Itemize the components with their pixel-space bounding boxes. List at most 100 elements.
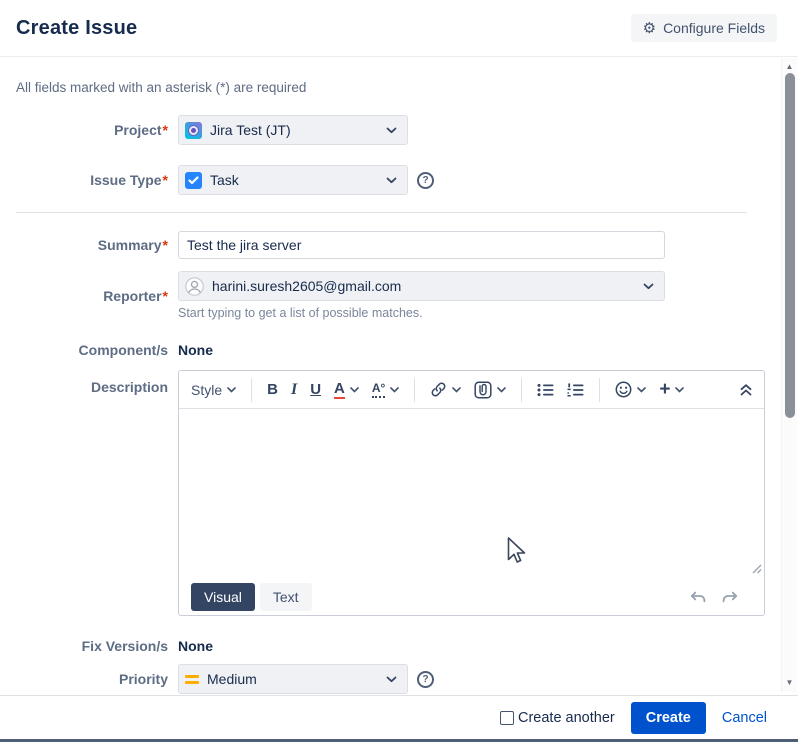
resize-handle-icon[interactable]	[751, 561, 762, 577]
undo-redo-group	[690, 591, 752, 603]
description-textarea[interactable]	[179, 409, 764, 579]
project-label: Project*	[114, 122, 168, 138]
required-fields-note: All fields marked with an asterisk (*) a…	[16, 80, 307, 95]
editor-toolbar: Style B I U A A° +	[179, 371, 764, 409]
chevron-down-icon	[675, 386, 685, 393]
task-type-icon	[185, 171, 202, 189]
reporter-label: Reporter*	[103, 287, 168, 304]
dialog-header: Create Issue ⚙ Configure Fields	[0, 0, 798, 57]
tab-visual[interactable]: Visual	[191, 583, 255, 611]
issue-type-label: Issue Type*	[90, 172, 168, 188]
chevron-down-icon	[637, 386, 647, 393]
scroll-down-arrow-icon[interactable]: ▼	[782, 678, 797, 688]
reporter-row: Reporter* harini.suresh2605@gmail.com St…	[0, 271, 780, 320]
redo-icon[interactable]	[721, 591, 738, 603]
gear-icon: ⚙	[642, 19, 657, 37]
toolbar-separator	[599, 377, 601, 402]
issue-type-row: Issue Type* Task ?	[0, 165, 780, 195]
priority-select[interactable]: Medium	[178, 664, 408, 694]
required-asterisk: *	[162, 172, 168, 188]
link-button[interactable]	[430, 381, 462, 398]
insert-more-button[interactable]: +	[659, 380, 685, 399]
underline-button[interactable]: U	[310, 381, 321, 398]
numbered-list-button[interactable]	[567, 382, 584, 397]
section-divider	[16, 212, 747, 213]
style-dropdown[interactable]: Style	[191, 382, 236, 398]
chevron-down-icon	[227, 386, 236, 393]
form-scroll-area: All fields marked with an asterisk (*) a…	[0, 57, 780, 695]
dialog-footer: Create another Create Cancel	[0, 695, 798, 745]
paperclip-icon	[474, 380, 492, 399]
description-editor: Style B I U A A° + Visual Text	[178, 370, 765, 616]
bold-button[interactable]: B	[267, 381, 278, 398]
chevron-down-icon	[452, 386, 462, 393]
create-another-checkbox[interactable]	[499, 710, 514, 725]
undo-icon[interactable]	[690, 591, 707, 603]
create-another-checkbox-wrap[interactable]: Create another	[499, 709, 615, 726]
configure-fields-button[interactable]: ⚙ Configure Fields	[630, 14, 777, 42]
chevron-down-icon	[497, 386, 507, 393]
create-another-label: Create another	[517, 709, 615, 726]
project-select-value: Jira Test (JT)	[210, 122, 291, 138]
vertical-scrollbar[interactable]: ▲ ▼	[781, 58, 797, 692]
summary-row: Summary*	[0, 231, 780, 259]
project-row: Project* Jira Test (JT)	[0, 115, 780, 145]
required-asterisk: *	[162, 287, 168, 304]
components-value[interactable]: None	[178, 342, 213, 358]
link-icon	[431, 382, 446, 397]
required-asterisk: *	[162, 122, 168, 138]
fix-versions-label: Fix Version/s	[81, 638, 168, 654]
chevron-down-icon	[386, 127, 397, 134]
priority-medium-icon	[185, 674, 199, 684]
priority-help-icon[interactable]: ?	[417, 670, 434, 688]
priority-select-value: Medium	[207, 671, 257, 687]
issue-type-select[interactable]: Task	[178, 165, 408, 195]
chevron-down-icon	[643, 283, 654, 290]
summary-label: Summary*	[97, 237, 168, 253]
chevron-down-icon	[350, 386, 359, 393]
cancel-link[interactable]: Cancel	[722, 710, 767, 726]
dialog-bottom-edge	[0, 739, 798, 742]
summary-input[interactable]	[178, 231, 665, 259]
toolbar-separator	[251, 377, 253, 402]
issue-type-help-icon[interactable]: ?	[417, 171, 434, 189]
fix-versions-value[interactable]: None	[178, 638, 213, 654]
italic-button[interactable]: I	[291, 381, 297, 399]
scrollbar-thumb[interactable]	[784, 73, 795, 418]
bullet-list-icon	[537, 383, 554, 396]
page-title: Create Issue	[16, 16, 138, 39]
components-row: Component/s None	[0, 342, 780, 358]
priority-label: Priority	[118, 671, 168, 687]
collapse-toolbar-button[interactable]	[740, 383, 752, 396]
scroll-up-arrow-icon[interactable]: ▲	[782, 62, 797, 72]
text-styles-button[interactable]: A°	[371, 381, 400, 399]
chevron-down-icon	[386, 177, 397, 184]
project-select[interactable]: Jira Test (JT)	[178, 115, 408, 145]
chevron-down-icon	[386, 676, 397, 683]
numbered-list-icon	[567, 382, 584, 396]
reporter-select-value: harini.suresh2605@gmail.com	[212, 278, 402, 294]
emoji-icon	[615, 381, 632, 398]
bullet-list-button[interactable]	[537, 383, 554, 397]
issue-type-select-value: Task	[210, 172, 239, 188]
configure-fields-label: Configure Fields	[663, 20, 765, 36]
reporter-select[interactable]: harini.suresh2605@gmail.com	[178, 271, 665, 301]
reporter-help-text: Start typing to get a list of possible m…	[178, 306, 423, 320]
double-chevron-up-icon	[740, 383, 752, 395]
project-avatar-icon	[185, 121, 202, 139]
fix-versions-row: Fix Version/s None	[0, 638, 780, 654]
create-issue-dialog: Create Issue ⚙ Configure Fields All fiel…	[0, 0, 798, 745]
components-label: Component/s	[78, 342, 168, 358]
create-button[interactable]: Create	[630, 701, 706, 734]
tab-text[interactable]: Text	[259, 583, 312, 611]
emoji-button[interactable]	[615, 381, 647, 398]
description-label: Description	[90, 379, 168, 395]
text-color-button[interactable]: A	[334, 380, 359, 400]
toolbar-separator	[414, 377, 416, 402]
chevron-down-icon	[390, 386, 400, 393]
editor-mode-tabs: Visual Text	[179, 579, 764, 615]
priority-row: Priority Medium ?	[0, 664, 780, 694]
attach-button[interactable]	[474, 380, 507, 399]
required-asterisk: *	[162, 237, 168, 253]
toolbar-separator	[521, 377, 523, 402]
